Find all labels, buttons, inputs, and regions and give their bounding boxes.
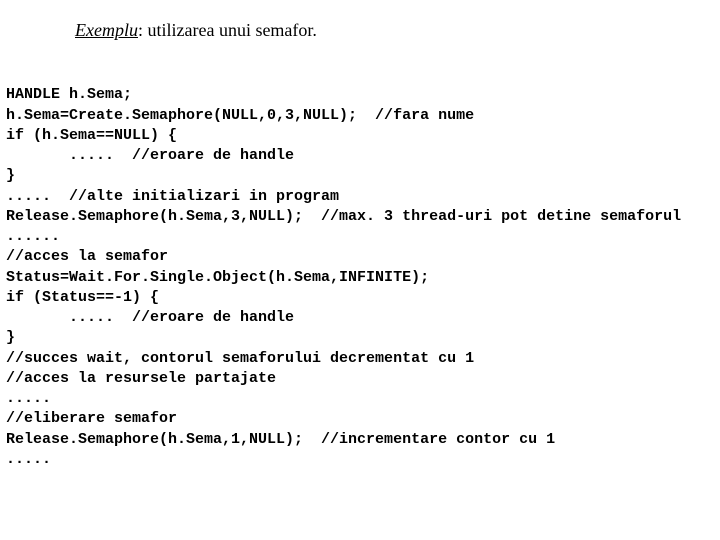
code-line: //acces la resursele partajate <box>6 370 276 387</box>
code-line: Status=Wait.For.Single.Object(h.Sema,INF… <box>6 269 429 286</box>
heading-italic: Exemplu <box>75 20 138 40</box>
heading-rest: : utilizarea unui semafor. <box>138 20 317 40</box>
code-block: HANDLE h.Sema; h.Sema=Create.Semaphore(N… <box>6 65 720 470</box>
code-line: ..... <box>6 451 51 468</box>
code-line: ..... //eroare de handle <box>6 147 294 164</box>
code-line: ..... //eroare de handle <box>6 309 294 326</box>
code-line: } <box>6 329 15 346</box>
code-line: Release.Semaphore(h.Sema,1,NULL); //incr… <box>6 431 555 448</box>
example-heading: Exemplu: utilizarea unui semafor. <box>75 20 720 41</box>
code-line: ..... <box>6 390 51 407</box>
code-line: //succes wait, contorul semaforului decr… <box>6 350 474 367</box>
code-line: } <box>6 167 15 184</box>
code-line: ...... <box>6 228 60 245</box>
code-line: if (h.Sema==NULL) { <box>6 127 177 144</box>
code-line: HANDLE h.Sema; <box>6 86 132 103</box>
code-line: Release.Semaphore(h.Sema,3,NULL); //max.… <box>6 208 681 225</box>
code-line: //acces la semafor <box>6 248 168 265</box>
code-line: //eliberare semafor <box>6 410 177 427</box>
code-line: if (Status==-1) { <box>6 289 159 306</box>
code-line: h.Sema=Create.Semaphore(NULL,0,3,NULL); … <box>6 107 474 124</box>
code-line: ..... //alte initializari in program <box>6 188 339 205</box>
